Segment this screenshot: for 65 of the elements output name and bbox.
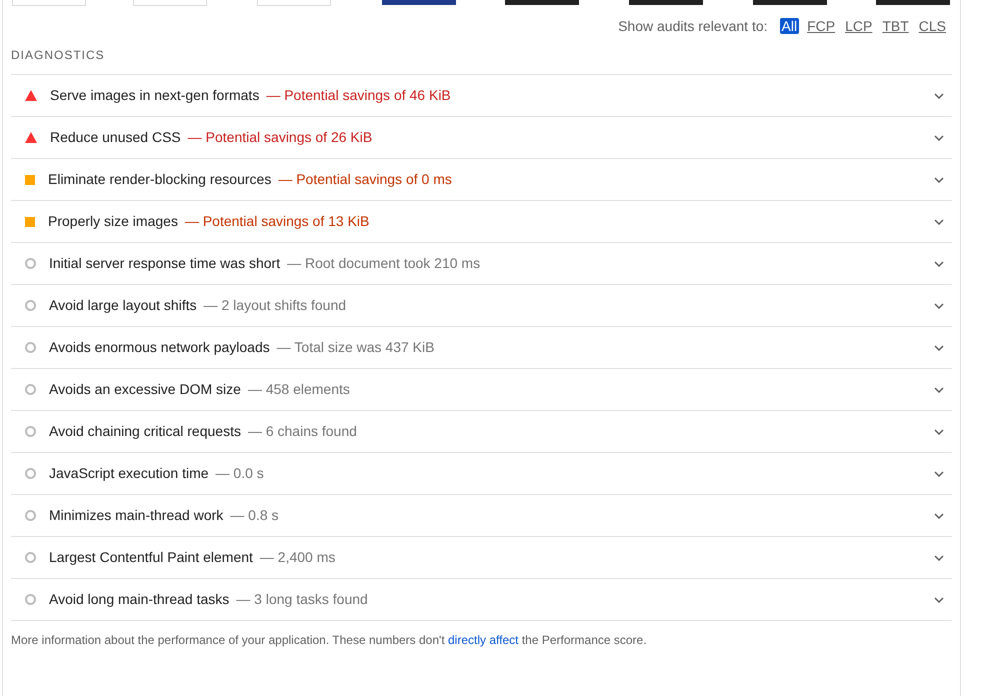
audit-title: Reduce unused CSS [50, 128, 181, 147]
warning-triangle-icon [25, 90, 37, 101]
section-title: DIAGNOSTICS [11, 47, 106, 64]
audit-row[interactable]: Reduce unused CSS — Potential savings of 26 KiB [11, 117, 952, 159]
audit-detail: — 2,400 ms [260, 548, 336, 567]
audit-title: Avoids an excessive DOM size [49, 380, 241, 399]
audit-detail: — 3 long tasks found [236, 590, 368, 609]
chevron-down-icon [934, 218, 944, 224]
note-link[interactable]: directly affect [448, 633, 518, 647]
audit-row[interactable]: Properly size images — Potential savings of 13 KiB [11, 201, 952, 243]
note-text: More information about the performance of your application. These numbers don't directly affect the Performance score. [11, 632, 648, 649]
audit-detail: — Potential savings of 13 KiB [184, 212, 370, 231]
audit-detail: — Potential savings of 46 KiB [266, 86, 451, 105]
audit-title: Minimizes main-thread work [49, 506, 224, 525]
audit-title: Avoids enormous network payloads [49, 338, 270, 357]
chevron-down-icon [934, 512, 944, 518]
audit-title: Serve images in next-gen formats [50, 86, 260, 105]
audit-title: Avoid long main-thread tasks [49, 590, 230, 609]
audit-title: Properly size images [48, 212, 178, 231]
warning-triangle-icon [25, 132, 37, 143]
filter-chip[interactable]: TBT [880, 18, 911, 34]
audit-row[interactable]: Avoid long main-thread tasks — 3 long tasks found [11, 579, 952, 621]
audit-detail: — Potential savings of 0 ms [278, 170, 452, 189]
audit-detail: — 6 chains found [248, 422, 357, 441]
audit-row[interactable]: Eliminate render-blocking resources — Potential savings of 0 ms [11, 159, 952, 201]
audit-title: Largest Contentful Paint element [49, 548, 253, 567]
audit-row[interactable]: Initial server response time was short — Root document took 210 ms [11, 243, 952, 285]
audit-title: Avoid chaining critical requests [49, 422, 241, 441]
audit-detail: — Root document took 210 ms [287, 254, 480, 273]
chevron-down-icon [934, 302, 944, 308]
filter-label: Show audits relevant to: [618, 16, 768, 36]
audit-row[interactable]: Minimizes main-thread work — 0.8 s [11, 495, 952, 537]
filter-chip[interactable]: LCP [843, 18, 874, 34]
chevron-down-icon [934, 344, 944, 350]
square-icon [25, 174, 35, 184]
chevron-down-icon [934, 470, 944, 476]
audit-row[interactable]: Avoid large layout shifts — 2 layout shifts found [11, 285, 952, 327]
audit-row[interactable]: JavaScript execution time — 0.0 s [11, 453, 952, 495]
chevron-down-icon [934, 428, 944, 434]
filter-chip[interactable]: CLS [916, 18, 948, 34]
audit-title: JavaScript execution time [49, 464, 209, 483]
chevron-down-icon [934, 176, 944, 182]
chevron-down-icon [934, 554, 944, 560]
audit-detail: — 2 layout shifts found [204, 296, 346, 315]
chevron-down-icon [934, 386, 944, 392]
audit-detail: — 0.8 s [230, 506, 279, 525]
audit-row[interactable]: Avoid chaining critical requests — 6 chains found [11, 411, 952, 453]
chevron-down-icon [934, 134, 944, 140]
filter-chip[interactable]: All [780, 18, 800, 34]
audit-title: Eliminate render-blocking resources [48, 170, 272, 189]
filter-chip[interactable]: FCP [805, 18, 838, 34]
audit-detail: — Potential savings of 26 KiB [188, 128, 372, 147]
audit-detail: — 458 elements [248, 380, 350, 399]
chevron-down-icon [934, 92, 944, 98]
audit-detail: — 0.0 s [216, 464, 264, 483]
audit-title: Initial server response time was short [49, 254, 280, 273]
square-icon [25, 216, 35, 226]
chevron-down-icon [934, 596, 944, 602]
audit-row[interactable]: Serve images in next-gen formats — Potential savings of 46 KiB [11, 75, 952, 117]
audit-row[interactable]: Avoids an excessive DOM size — 458 elements [11, 369, 952, 411]
audit-row[interactable]: Avoids enormous network payloads — Total size was 437 KiB [11, 327, 952, 369]
audit-title: Avoid large layout shifts [49, 296, 197, 315]
audit-row[interactable]: Largest Contentful Paint element — 2,400 ms [11, 537, 952, 579]
audit-detail: — Total size was 437 KiB [276, 338, 434, 357]
chevron-down-icon [934, 260, 944, 266]
